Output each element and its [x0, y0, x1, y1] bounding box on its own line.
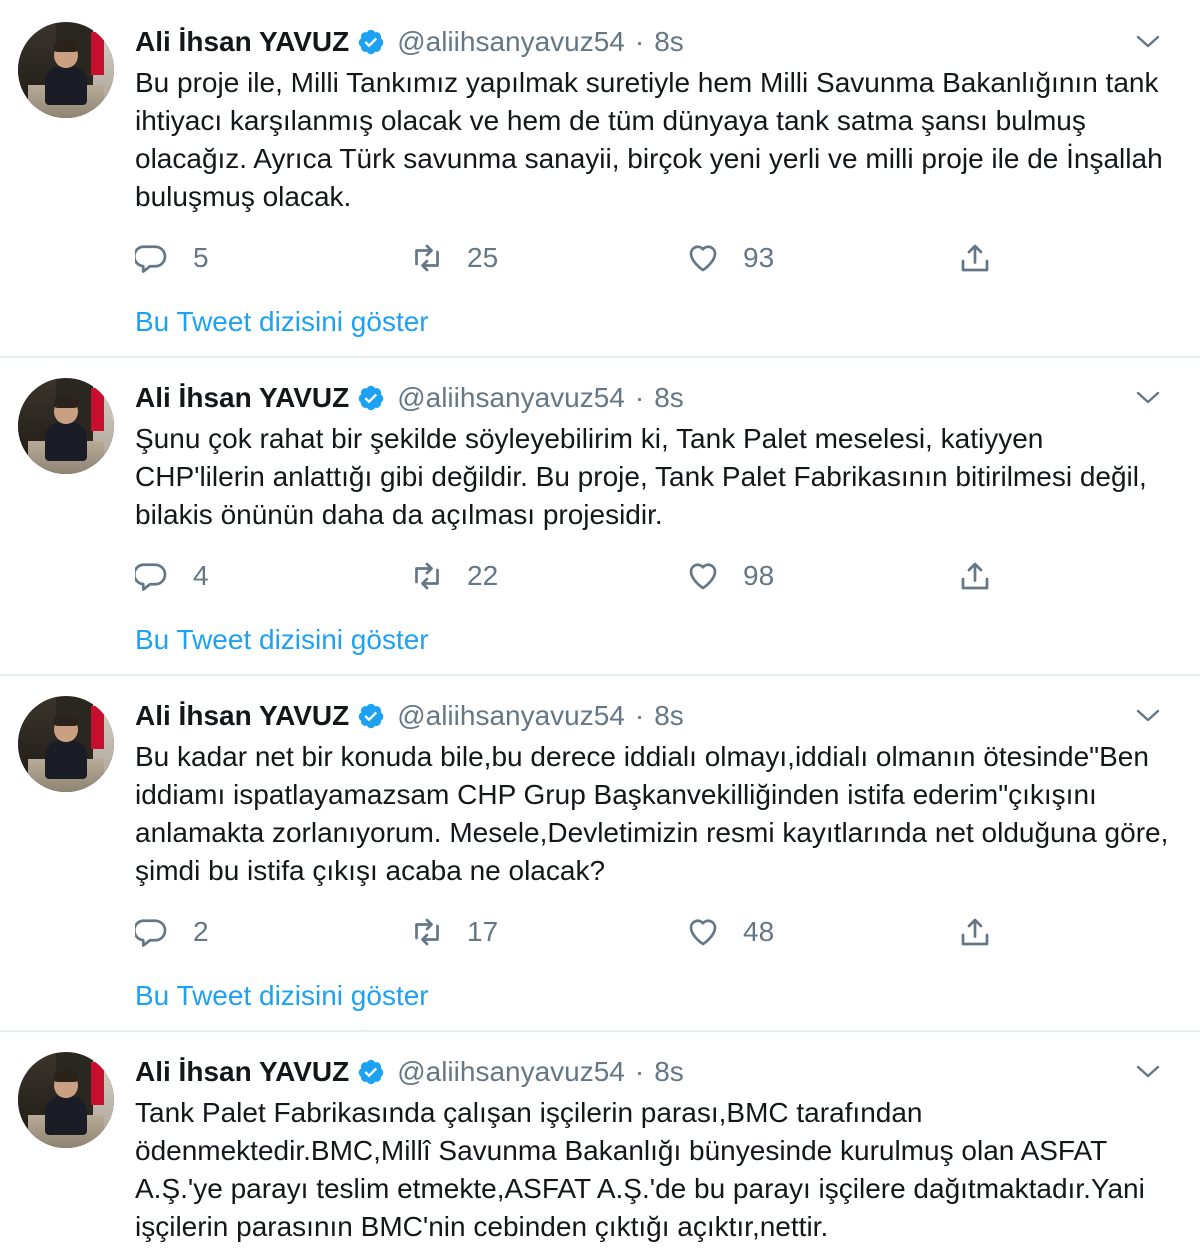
share-button[interactable]: [957, 912, 993, 952]
chevron-down-icon[interactable]: [1136, 1062, 1160, 1082]
retweet-count: 22: [467, 560, 499, 591]
timestamp[interactable]: 8s: [654, 382, 684, 414]
reply-button[interactable]: 5: [135, 238, 209, 278]
share-button[interactable]: [957, 556, 993, 596]
share-icon: [961, 244, 989, 272]
author-name[interactable]: Ali İhsan YAVUZ: [135, 700, 349, 732]
avatar[interactable]: [18, 22, 114, 118]
heart-icon: [689, 919, 717, 946]
avatar[interactable]: [18, 378, 114, 474]
reply-icon: [135, 245, 167, 273]
timestamp[interactable]: 8s: [654, 700, 684, 732]
tweet-header: Ali İhsan YAVUZ @aliihsanyavuz54 · 8s: [135, 1052, 684, 1092]
tweet-header: Ali İhsan YAVUZ @aliihsanyavuz54 · 8s: [135, 378, 684, 418]
separator-dot: ·: [634, 1056, 645, 1087]
tweet[interactable]: Ali İhsan YAVUZ @aliihsanyavuz54 · 8s Bu…: [0, 0, 1200, 356]
retweet-icon: [415, 918, 439, 946]
like-button[interactable]: 93: [685, 238, 774, 278]
verified-badge-icon: [358, 703, 384, 729]
heart-icon: [689, 245, 717, 272]
tweet-actions: 4 22 98: [135, 556, 1015, 596]
verified-badge-icon: [358, 29, 384, 55]
separator-dot: ·: [634, 382, 645, 413]
verified-badge-icon: [358, 385, 384, 411]
author-handle[interactable]: @aliihsanyavuz54: [397, 26, 625, 58]
retweet-button[interactable]: 17: [409, 912, 498, 952]
tweet-feed: Ali İhsan YAVUZ @aliihsanyavuz54 · 8s Bu…: [0, 0, 1200, 1260]
like-count: 93: [743, 242, 775, 273]
show-thread-link[interactable]: Bu Tweet dizisini göster: [135, 624, 429, 656]
like-count: 98: [743, 560, 775, 591]
author-handle[interactable]: @aliihsanyavuz54: [397, 700, 625, 732]
share-icon: [961, 562, 989, 590]
share-button[interactable]: [957, 238, 993, 278]
show-thread-link[interactable]: Bu Tweet dizisini göster: [135, 306, 429, 338]
chevron-down-icon[interactable]: [1136, 388, 1160, 408]
tweet-header: Ali İhsan YAVUZ @aliihsanyavuz54 · 8s: [135, 696, 684, 736]
author-handle[interactable]: @aliihsanyavuz54: [397, 1056, 625, 1088]
tweet[interactable]: Ali İhsan YAVUZ @aliihsanyavuz54 · 8s Şu…: [0, 356, 1200, 674]
tweet[interactable]: Ali İhsan YAVUZ @aliihsanyavuz54 · 8s Ta…: [0, 1030, 1200, 1260]
separator-dot: ·: [634, 700, 645, 731]
avatar[interactable]: [18, 696, 114, 792]
show-thread-link[interactable]: Bu Tweet dizisini göster: [135, 980, 429, 1012]
verified-badge-icon: [358, 1059, 384, 1085]
like-button[interactable]: 98: [685, 556, 774, 596]
retweet-count: 17: [467, 916, 499, 947]
tweet-text: Şunu çok rahat bir şekilde söyleyebiliri…: [135, 423, 1147, 530]
tweet-text: Bu proje ile, Milli Tankımız yapılmak su…: [135, 67, 1163, 212]
share-icon: [961, 918, 989, 946]
like-button[interactable]: 48: [685, 912, 774, 952]
retweet-icon: [415, 244, 439, 272]
reply-count: 2: [193, 916, 209, 947]
author-name[interactable]: Ali İhsan YAVUZ: [135, 26, 349, 58]
chevron-down-icon[interactable]: [1136, 706, 1160, 726]
retweet-button[interactable]: 22: [409, 556, 498, 596]
avatar[interactable]: [18, 1052, 114, 1148]
tweet-actions: 5 25 93: [135, 238, 1015, 278]
like-count: 48: [743, 916, 775, 947]
retweet-button[interactable]: 25: [409, 238, 498, 278]
tweet-text: Tank Palet Fabrikasında çalışan işçileri…: [135, 1097, 1145, 1242]
timestamp[interactable]: 8s: [654, 26, 684, 58]
author-name[interactable]: Ali İhsan YAVUZ: [135, 382, 349, 414]
reply-button[interactable]: 4: [135, 556, 209, 596]
timestamp[interactable]: 8s: [654, 1056, 684, 1088]
reply-count: 4: [193, 560, 209, 591]
separator-dot: ·: [634, 26, 645, 57]
chevron-down-icon[interactable]: [1136, 32, 1160, 52]
tweet-text: Bu kadar net bir konuda bile,bu derece i…: [135, 741, 1169, 886]
retweet-count: 25: [467, 242, 499, 273]
retweet-icon: [415, 562, 439, 590]
heart-icon: [689, 563, 717, 590]
author-name[interactable]: Ali İhsan YAVUZ: [135, 1056, 349, 1088]
tweet-actions: 2 17 48: [135, 912, 1015, 952]
reply-icon: [135, 919, 167, 947]
reply-button[interactable]: 2: [135, 912, 209, 952]
author-handle[interactable]: @aliihsanyavuz54: [397, 382, 625, 414]
reply-icon: [135, 563, 167, 591]
tweet[interactable]: Ali İhsan YAVUZ @aliihsanyavuz54 · 8s Bu…: [0, 674, 1200, 1030]
tweet-header: Ali İhsan YAVUZ @aliihsanyavuz54 · 8s: [135, 22, 684, 62]
reply-count: 5: [193, 242, 209, 273]
